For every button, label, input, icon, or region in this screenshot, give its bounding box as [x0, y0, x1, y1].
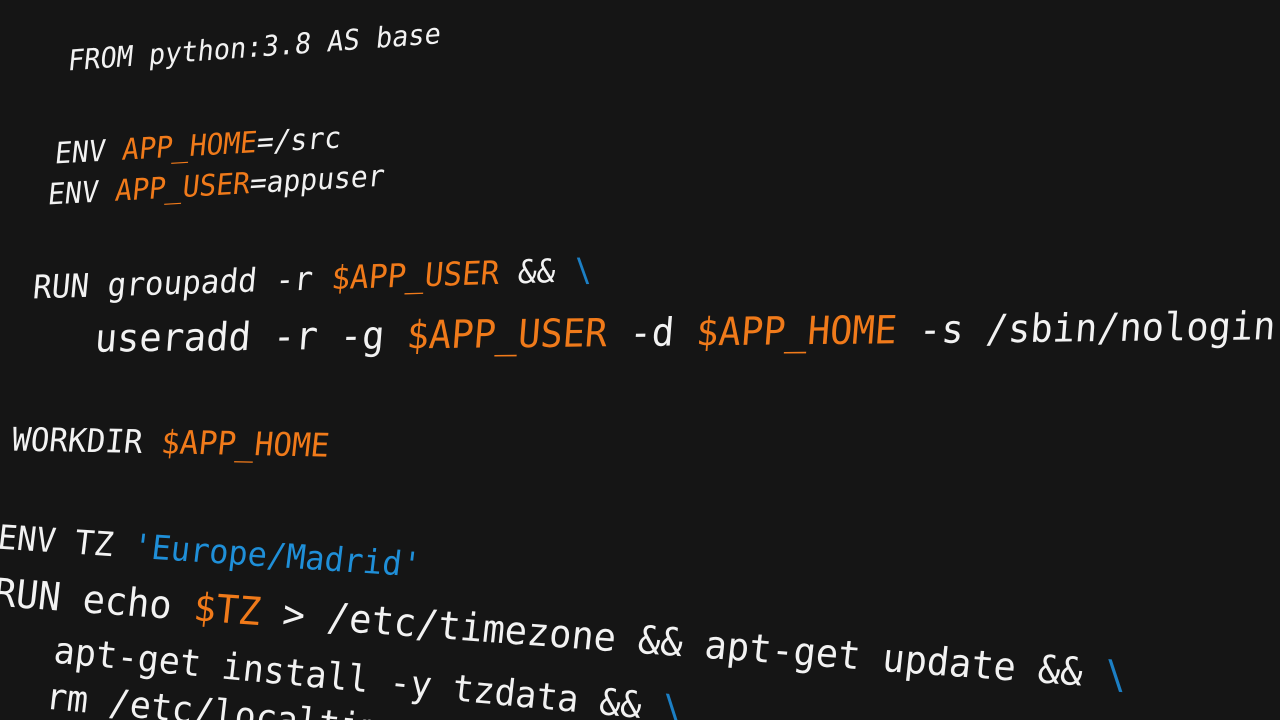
- code-text: RUN groupadd -r: [31, 259, 334, 307]
- variable-token: APP_HOME: [120, 124, 259, 168]
- code-text: =appuser: [248, 158, 387, 201]
- variable-token: $APP_HOME: [159, 423, 332, 465]
- code-text: ENV: [53, 132, 125, 171]
- variable-token: $TZ: [191, 584, 264, 635]
- variable-token: $APP_USER: [329, 254, 502, 298]
- code-text: -s /sbin/nologin: [895, 303, 1278, 353]
- line-workdir: WORKDIR $APP_HOME: [10, 421, 332, 465]
- variable-token: APP_USER: [113, 165, 252, 209]
- code-text: RUN echo: [0, 570, 197, 630]
- line-continuation: \: [572, 251, 595, 290]
- code-text: useradd -r -g: [93, 312, 409, 362]
- code-text: &&: [497, 252, 576, 293]
- line-env-app-home: ENV APP_HOME=/src: [53, 120, 343, 171]
- line-env-tz: ENV TZ 'Europe/Madrid': [0, 517, 423, 585]
- string-token: 'Europe/Madrid': [130, 526, 424, 585]
- code-text: =/src: [255, 120, 343, 160]
- code-text: ENV: [46, 173, 118, 212]
- code-text: WORKDIR: [10, 421, 164, 462]
- code-text: ENV TZ: [0, 517, 135, 566]
- code-display: FROM python:3.8 AS base ENV APP_HOME=/sr…: [0, 0, 1280, 720]
- line-useradd: useradd -r -g $APP_USER -d $APP_HOME -s …: [93, 303, 1278, 362]
- code-text: -d: [605, 309, 699, 356]
- line-run-groupadd: RUN groupadd -r $APP_USER && \: [31, 251, 594, 307]
- line-from: FROM python:3.8 AS base: [66, 17, 443, 78]
- code-text: FROM python:3.8 AS base: [66, 17, 443, 78]
- line-continuation: \: [1102, 651, 1130, 699]
- variable-token: $APP_HOME: [694, 307, 899, 355]
- line-env-app-user: ENV APP_USER=appuser: [46, 158, 387, 212]
- line-continuation: \: [660, 687, 686, 720]
- variable-token: $APP_USER: [405, 310, 610, 358]
